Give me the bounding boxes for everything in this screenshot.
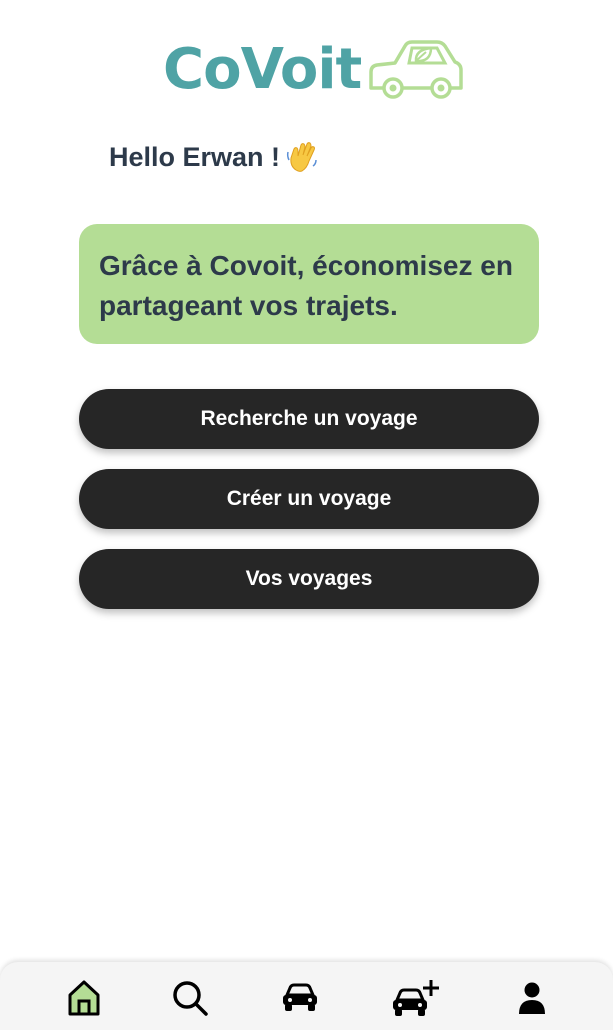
car-add-icon [393, 980, 439, 1016]
nav-trips[interactable] [278, 976, 322, 1020]
app-logo: CoVoit [163, 36, 465, 100]
my-trips-button[interactable]: Vos voyages [79, 549, 539, 609]
waving-hand-icon [286, 142, 317, 172]
create-trip-button[interactable]: Créer un voyage [79, 469, 539, 529]
search-trip-button[interactable]: Recherche un voyage [79, 389, 539, 449]
home-icon [68, 980, 100, 1016]
car-leaf-logo-icon [369, 40, 464, 99]
nav-search[interactable] [168, 976, 212, 1020]
bottom-nav [0, 962, 613, 1030]
logo-text: CoVoit [163, 37, 362, 102]
create-trip-label: Créer un voyage [226, 487, 392, 510]
car-icon [283, 983, 317, 1011]
nav-create-trip[interactable] [390, 976, 442, 1020]
nav-home[interactable] [62, 976, 106, 1020]
promo-banner: Grâce à Covoit, économisez en partageant… [79, 224, 539, 344]
greeting: Hello Erwan ! [109, 140, 318, 174]
search-icon [173, 981, 208, 1016]
user-icon [519, 982, 545, 1014]
nav-profile[interactable] [510, 976, 554, 1020]
my-trips-label: Vos voyages [245, 567, 373, 590]
greeting-text: Hello Erwan ! [109, 141, 281, 172]
search-trip-label: Recherche un voyage [200, 407, 418, 430]
promo-text: Grâce à Covoit, économisez en partageant… [99, 250, 513, 321]
